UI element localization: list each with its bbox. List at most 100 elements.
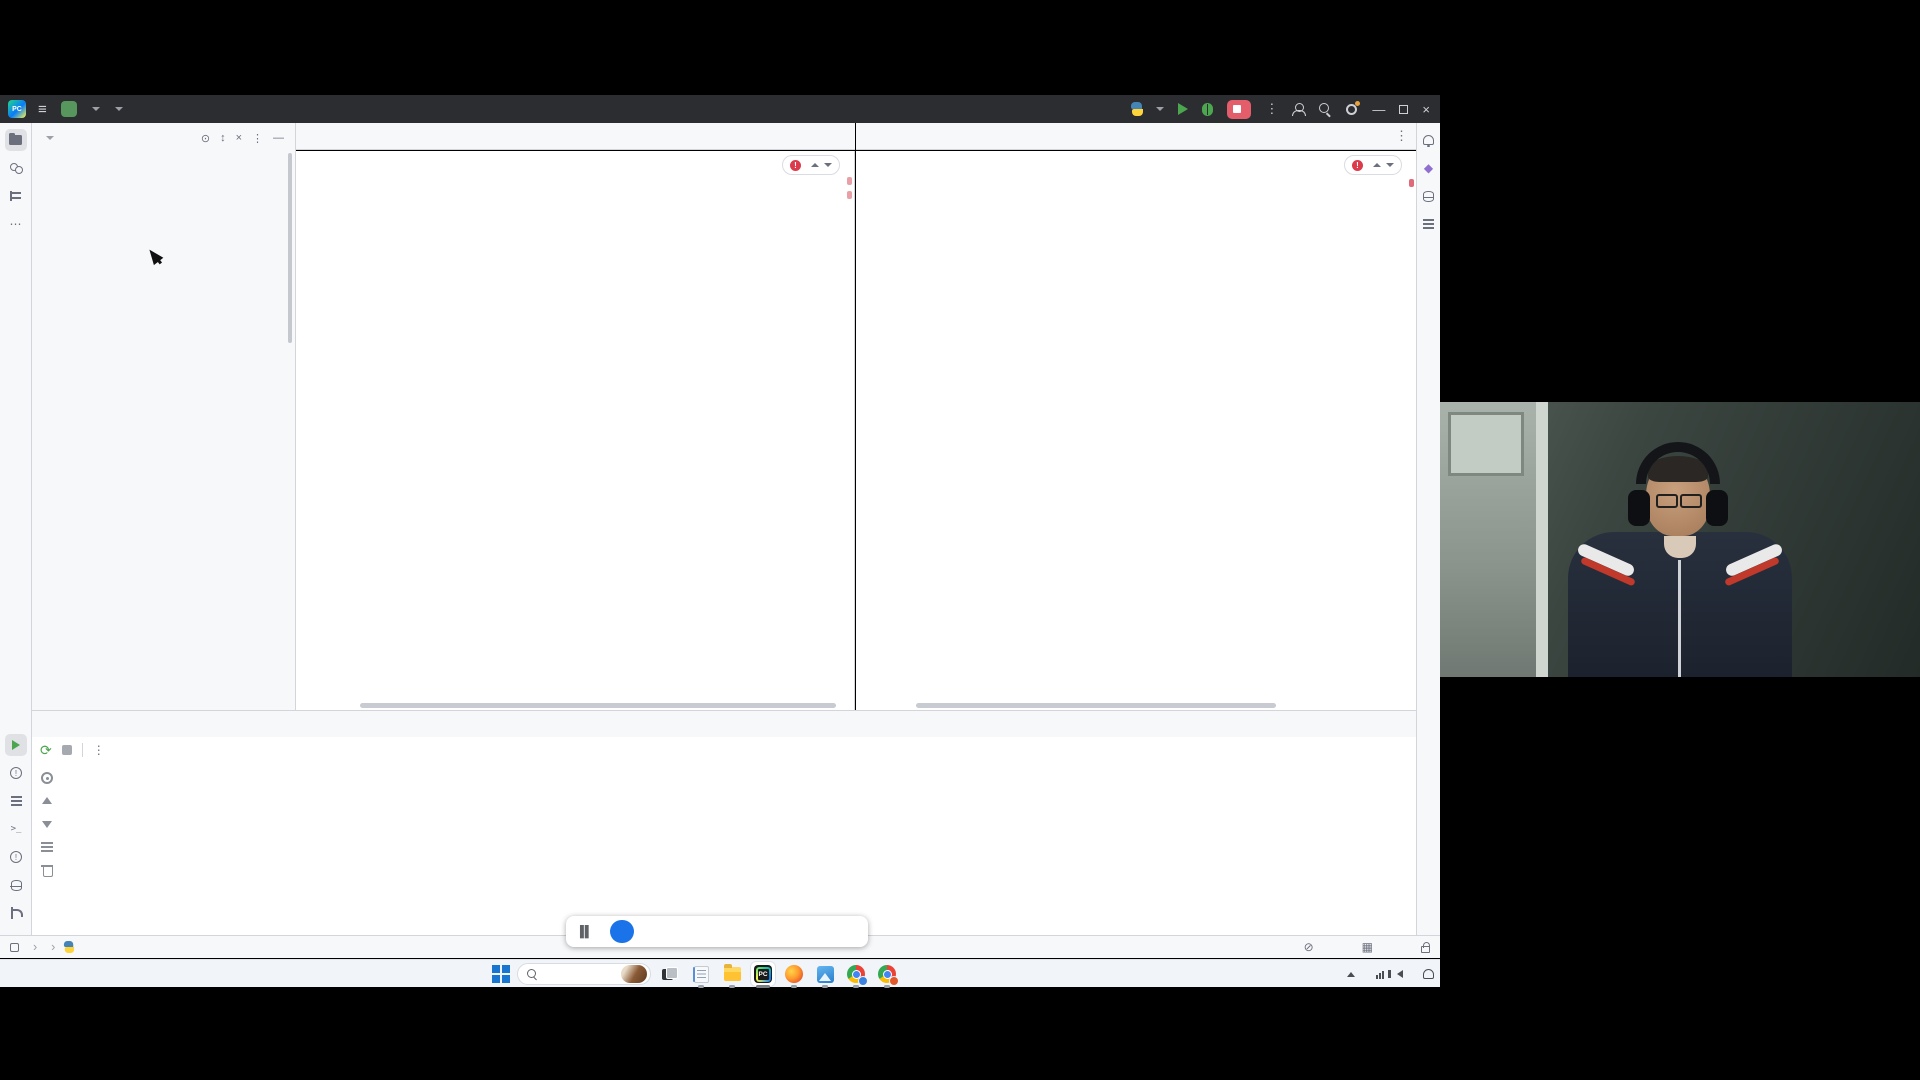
error-stripe-mark[interactable] (847, 177, 852, 185)
maximize-button[interactable] (1399, 105, 1408, 114)
highlighting-level-icon[interactable]: ⊘ (1304, 940, 1314, 954)
run-tool-icon[interactable] (5, 734, 27, 756)
code-with-me-icon[interactable] (1292, 103, 1305, 116)
network-icon[interactable] (1375, 969, 1387, 979)
clear-console-icon[interactable] (39, 862, 55, 878)
meet-share-bar: ▐▌ (566, 916, 868, 947)
run-tool-window: ⟳ ⋮ (32, 710, 1416, 935)
project-selector[interactable] (85, 107, 100, 111)
more-actions-icon[interactable]: ⋮ (1265, 101, 1278, 117)
services-tool-icon[interactable] (5, 790, 27, 812)
rerun-icon[interactable]: ⟳ (40, 743, 52, 757)
problems-tool-icon[interactable] (5, 846, 27, 868)
screen-share-frame: ≡ ⋮ — × (0, 0, 1920, 1080)
horizontal-scrollbar[interactable] (360, 703, 836, 708)
python-packages-tool-icon[interactable] (5, 874, 27, 896)
gradle-tool-icon[interactable] (1418, 213, 1440, 235)
inspection-widget[interactable]: ! (1344, 155, 1402, 175)
breadcrumb: › › (0, 940, 81, 954)
stop-icon[interactable] (62, 745, 72, 755)
breadcrumb-file[interactable] (62, 940, 81, 954)
stop-processes-button[interactable] (1227, 100, 1251, 119)
structure-tool-icon[interactable] (5, 185, 27, 207)
start-button[interactable] (492, 965, 510, 983)
git-tool-icon[interactable] (5, 902, 27, 924)
terminal-tool-icon[interactable]: >_ (5, 818, 27, 840)
commit-tool-icon[interactable] (5, 157, 27, 179)
more-tools-icon[interactable]: ⋯ (5, 213, 27, 235)
horizontal-scrollbar[interactable] (916, 703, 1276, 708)
volume-icon[interactable] (1397, 970, 1403, 978)
more-options-icon[interactable]: ⋮ (93, 743, 105, 757)
background-door (1440, 402, 1536, 677)
pycharm-taskbar-icon[interactable] (751, 962, 775, 986)
settings-gear-icon[interactable] (1345, 103, 1358, 116)
run-configuration-selector[interactable] (1130, 102, 1164, 116)
panel-options-icon[interactable]: ⋮ (249, 132, 266, 145)
chrome-profile2-taskbar-icon[interactable] (875, 962, 899, 986)
chevron-down-icon (1156, 107, 1164, 111)
python-file-icon (1130, 102, 1144, 116)
inspection-widget[interactable]: ! (782, 155, 840, 175)
task-view-button[interactable] (658, 962, 682, 986)
editor-tabs-right-group: ⋮ (856, 123, 1416, 150)
next-error-icon[interactable] (1386, 161, 1394, 169)
chevron-down-icon (92, 107, 100, 111)
stop-icon (1233, 105, 1241, 113)
error-stripe-mark[interactable] (847, 191, 852, 199)
left-tool-strip: ⋯ >_ (0, 123, 32, 935)
stop-sharing-button[interactable] (610, 920, 634, 943)
file-explorer-taskbar-icon[interactable] (720, 962, 744, 986)
scroll-up-icon[interactable] (39, 793, 55, 809)
notepad-taskbar-icon[interactable] (689, 962, 713, 986)
windows-taskbar (0, 959, 1440, 987)
search-icon (527, 969, 537, 979)
tree-scrollbar[interactable] (288, 153, 292, 343)
debug-tool-icon[interactable] (5, 762, 27, 784)
editor-pane-claude[interactable]: ! (856, 151, 1416, 710)
editor-pane-gemini[interactable]: ! (296, 151, 855, 710)
ide-titlebar: ≡ ⋮ — × (0, 95, 1440, 123)
vcs-menu[interactable] (108, 107, 123, 111)
collapse-all-icon[interactable]: × (233, 132, 245, 144)
prev-error-icon[interactable] (811, 161, 819, 169)
soft-wrap-icon[interactable] (39, 839, 55, 855)
search-highlight-image[interactable] (621, 965, 647, 983)
error-icon: ! (1352, 160, 1363, 171)
screen-share-icon: ▐▌ (576, 926, 594, 938)
chrome-taskbar-icon[interactable] (844, 962, 868, 986)
right-tool-strip: ◆ (1416, 123, 1440, 935)
taskbar-search-box[interactable] (517, 963, 651, 985)
scroll-down-icon[interactable] (39, 816, 55, 832)
main-menu-icon[interactable]: ≡ (38, 101, 47, 118)
error-stripe-mark[interactable] (1409, 179, 1414, 187)
close-button[interactable]: × (1422, 102, 1430, 117)
project-panel: ⊙ ↕ × ⋮ ― (32, 123, 296, 710)
expand-collapse-icon[interactable]: ↕ (217, 132, 229, 144)
breadcrumb-separator: › (51, 940, 55, 954)
error-icon: ! (790, 160, 801, 171)
project-tool-icon[interactable] (5, 129, 27, 151)
minimize-button[interactable]: — (1372, 102, 1385, 117)
debug-button[interactable] (1202, 103, 1213, 116)
tray-overflow-icon[interactable] (1347, 972, 1355, 977)
run-button[interactable] (1178, 103, 1188, 115)
notification-center-icon[interactable] (1423, 969, 1434, 979)
console-output[interactable] (66, 765, 1412, 935)
lock-icon[interactable] (1421, 946, 1430, 953)
next-error-icon[interactable] (824, 161, 832, 169)
hide-panel-icon[interactable]: ― (270, 132, 287, 144)
python-file-icon (63, 941, 75, 953)
breadcrumb-separator: › (33, 940, 37, 954)
notifications-bell-icon[interactable] (1418, 129, 1440, 151)
console-settings-icon[interactable] (39, 770, 55, 786)
column-mode-icon[interactable]: ▦ (1362, 940, 1373, 954)
search-everywhere-icon[interactable] (1319, 103, 1331, 115)
firefox-taskbar-icon[interactable] (782, 962, 806, 986)
database-tool-icon[interactable] (1418, 185, 1440, 207)
photos-taskbar-icon[interactable] (813, 962, 837, 986)
locate-file-icon[interactable]: ⊙ (198, 132, 213, 145)
tab-options-icon[interactable]: ⋮ (1395, 128, 1416, 144)
prev-error-icon[interactable] (1373, 161, 1381, 169)
ai-assistant-icon[interactable]: ◆ (1418, 157, 1440, 179)
